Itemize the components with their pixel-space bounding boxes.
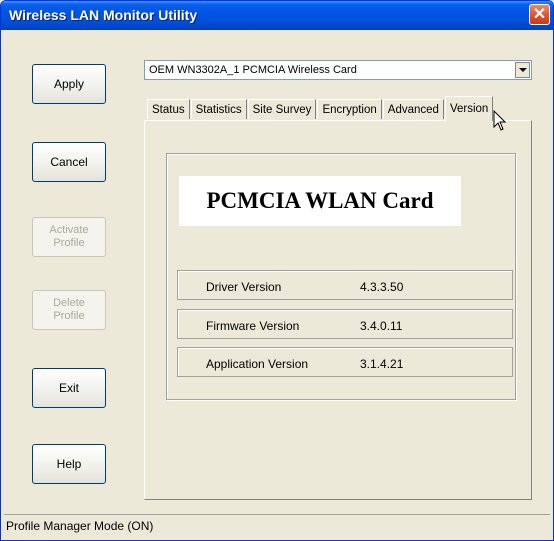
adapter-select[interactable]: OEM WN3302A_1 PCMCIA Wireless Card — [144, 60, 532, 80]
chevron-down-icon[interactable] — [515, 62, 530, 78]
application-version-value: 3.1.4.21 — [360, 357, 404, 371]
activate-profile-label-line1: Activate — [49, 224, 89, 236]
activate-profile-label-line2: Profile — [53, 237, 85, 249]
tab-status[interactable]: Status — [147, 99, 190, 119]
application-version-row: Application Version 3.1.4.21 — [177, 347, 513, 377]
tab-advanced[interactable]: Advanced — [382, 99, 444, 119]
window-title: Wireless LAN Monitor Utility — [9, 7, 198, 23]
tab-encryption[interactable]: Encryption — [317, 99, 382, 119]
title-bar[interactable]: Wireless LAN Monitor Utility ✕ — [1, 1, 553, 30]
version-tab-panel: PCMCIA WLAN Card Driver Version 4.3.3.50… — [144, 120, 532, 500]
driver-version-value: 4.3.3.50 — [360, 280, 404, 294]
apply-button[interactable]: Apply — [32, 64, 106, 104]
tab-bar: Status Statistics Site Survey Encryption… — [147, 96, 494, 121]
tab-version[interactable]: Version — [444, 96, 494, 121]
help-button[interactable]: Help — [32, 444, 106, 484]
status-bar: Profile Manager Mode (ON) — [4, 514, 550, 536]
tab-site-survey[interactable]: Site Survey — [247, 99, 317, 119]
main-window: Wireless LAN Monitor Utility ✕ Apply Can… — [0, 0, 554, 541]
firmware-version-row: Firmware Version 3.4.0.11 — [177, 309, 513, 339]
driver-version-label: Driver Version — [206, 280, 282, 294]
driver-version-row: Driver Version 4.3.3.50 — [177, 270, 513, 300]
exit-button[interactable]: Exit — [32, 368, 106, 408]
delete-profile-button[interactable]: Delete Profile — [32, 290, 106, 330]
version-group: PCMCIA WLAN Card Driver Version 4.3.3.50… — [166, 153, 516, 400]
mouse-pointer-icon — [493, 110, 507, 131]
cancel-button[interactable]: Cancel — [32, 142, 106, 182]
close-button[interactable]: ✕ — [529, 4, 550, 25]
firmware-version-label: Firmware Version — [206, 319, 300, 333]
tab-statistics[interactable]: Statistics — [190, 99, 247, 119]
status-text: Profile Manager Mode (ON) — [6, 519, 154, 533]
delete-profile-label-line2: Profile — [53, 310, 85, 322]
client-area: Apply Cancel Activate Profile Delete Profi… — [4, 30, 550, 537]
close-icon: ✕ — [532, 6, 547, 23]
delete-profile-label-line1: Delete — [53, 297, 85, 309]
adapter-select-value: OEM WN3302A_1 PCMCIA Wireless Card — [149, 64, 357, 76]
firmware-version-value: 3.4.0.11 — [360, 319, 403, 333]
application-version-label: Application Version — [206, 357, 309, 371]
activate-profile-button[interactable]: Activate Profile — [32, 217, 106, 257]
card-name-banner: PCMCIA WLAN Card — [179, 176, 461, 226]
